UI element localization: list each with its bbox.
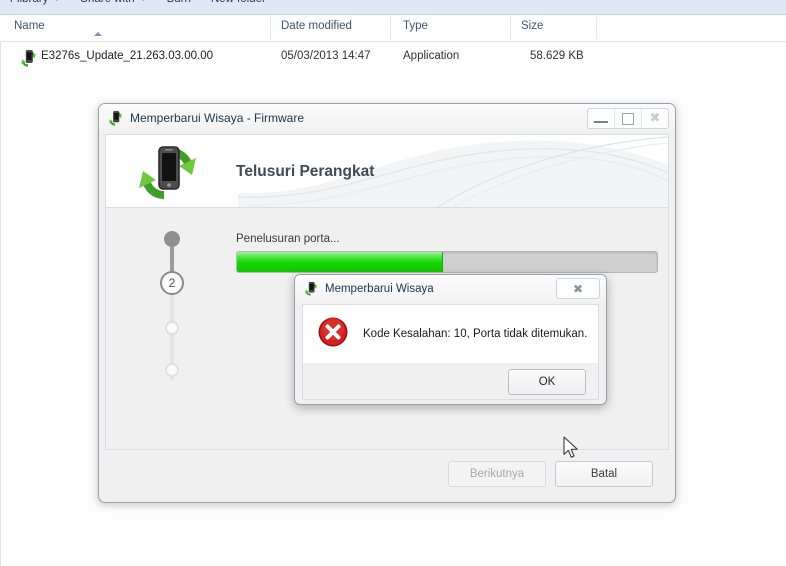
minimize-button[interactable] — [588, 109, 615, 128]
status-text: Penelusuran porta... — [236, 233, 340, 245]
column-header-name[interactable]: Name — [14, 20, 45, 32]
explorer-left-edge — [0, 15, 1, 566]
column-header-date-modified[interactable]: Date modified — [281, 20, 352, 32]
toolbar-item-library-label: r library — [10, 0, 48, 5]
maximize-button[interactable] — [615, 109, 642, 128]
step-dot-upcoming — [165, 321, 179, 335]
error-dialog-title: Memperbarui Wisaya — [325, 282, 434, 295]
wizard-titlebar[interactable]: Memperbarui Wisaya - Firmware ✖ — [99, 104, 675, 132]
step-dot-completed — [164, 231, 180, 247]
explorer-column-header: Name Date modified Type Size — [0, 15, 786, 42]
cell-name: E3276s_Update_21.263.03.00.00 — [41, 50, 214, 62]
next-button-label: Berikutnya — [469, 468, 525, 480]
next-button[interactable]: Berikutnya — [448, 461, 546, 487]
step-indicator: 2 — [160, 231, 184, 381]
ok-button-label: OK — [538, 376, 556, 388]
step-dot-current: 2 — [160, 271, 184, 295]
error-dialog-content: Kode Kesalahan: 10, Porta tidak ditemuka… — [302, 304, 599, 364]
cell-date-modified: 05/03/2013 14:47 — [281, 50, 371, 62]
toolbar-item-burn[interactable]: Burn — [157, 0, 201, 5]
column-separator[interactable] — [390, 17, 391, 39]
window-controls: ✖ — [587, 108, 669, 129]
error-x-icon — [317, 316, 349, 353]
explorer-toolbar: r library ▼ Share with ▼ Burn New folder — [0, 0, 786, 15]
column-header-size[interactable]: Size — [521, 20, 543, 32]
column-separator[interactable] — [510, 17, 511, 39]
wizard-heading: Telusuri Perangkat — [236, 163, 375, 180]
explorer-toolbar-items: r library ▼ Share with ▼ Burn New folder — [0, 0, 276, 5]
close-button[interactable]: ✖ — [642, 109, 668, 128]
error-dialog-footer: OK — [302, 363, 599, 400]
phone-update-icon — [108, 110, 123, 126]
step-dot-upcoming — [165, 363, 179, 377]
toolbar-item-share-with[interactable]: Share with ▼ — [70, 0, 156, 5]
error-dialog: Memperbarui Wisaya ✖ Kode Kesalahan: 10,… — [294, 274, 607, 405]
progress-bar — [236, 251, 658, 273]
step-current-label: 2 — [168, 276, 176, 290]
close-icon: ✖ — [572, 281, 584, 296]
cell-type: Application — [403, 50, 460, 62]
table-row[interactable]: E3276s_Update_21.263.03.00.00 05/03/2013… — [0, 44, 786, 72]
wizard-footer: Berikutnya Batal — [105, 449, 669, 494]
toolbar-item-new-folder[interactable]: New folder — [201, 0, 276, 5]
chevron-down-icon: ▼ — [53, 0, 60, 3]
phone-update-icon — [20, 49, 37, 72]
toolbar-item-library[interactable]: r library ▼ — [0, 0, 70, 5]
toolbar-item-burn-label: Burn — [167, 0, 191, 5]
progress-bar-fill — [237, 252, 443, 272]
cell-size: 58.629 KB — [530, 50, 584, 62]
column-separator[interactable] — [270, 17, 271, 39]
wizard-header-banner: Telusuri Perangkat — [105, 134, 669, 208]
close-button[interactable]: ✖ — [556, 278, 600, 299]
error-dialog-titlebar[interactable]: Memperbarui Wisaya ✖ — [295, 275, 606, 302]
sort-ascending-icon — [94, 32, 102, 36]
column-separator[interactable] — [596, 17, 597, 39]
screen: r library ▼ Share with ▼ Burn New folder… — [0, 0, 786, 566]
toolbar-item-share-with-label: Share with — [80, 0, 134, 5]
ok-button[interactable]: OK — [508, 369, 586, 395]
phone-update-icon — [304, 281, 318, 296]
wizard-title: Memperbarui Wisaya - Firmware — [130, 111, 305, 125]
cancel-button-label: Batal — [590, 468, 618, 480]
phone-update-icon — [134, 143, 202, 206]
mouse-pointer — [563, 436, 580, 465]
chevron-down-icon: ▼ — [140, 0, 147, 3]
error-message: Kode Kesalahan: 10, Porta tidak ditemuka… — [363, 328, 588, 340]
column-header-type[interactable]: Type — [403, 20, 428, 32]
toolbar-item-new-folder-label: New folder — [211, 0, 266, 5]
